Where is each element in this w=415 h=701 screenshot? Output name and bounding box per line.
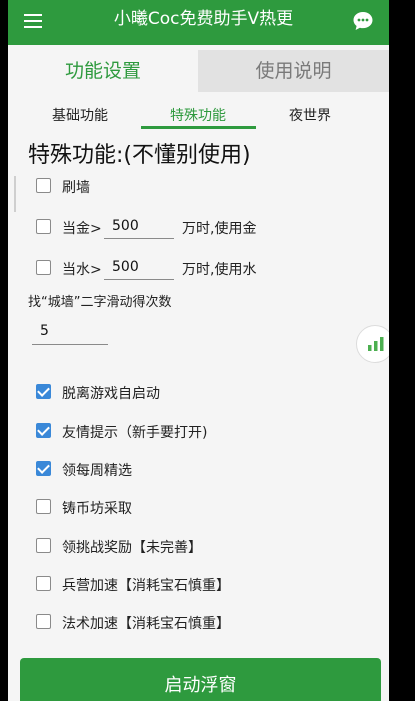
barracks-boost-label: 兵营加速【消耗宝石慎重】: [62, 578, 230, 594]
weekly-picks-checkbox[interactable]: [36, 461, 51, 476]
challenge-rewards-label: 领挑战奖励【未完善】: [62, 540, 202, 556]
spell-boost-checkbox[interactable]: [36, 614, 51, 629]
mint-collect-checkbox[interactable]: [36, 499, 51, 514]
tab-usage-instructions[interactable]: 使用说明: [198, 50, 389, 92]
toggle-barracks-boost: 兵营加速【消耗宝石慎重】: [8, 573, 348, 599]
brush-wall-label: 刷墙: [62, 180, 90, 196]
brush-wall-checkbox[interactable]: [36, 178, 51, 193]
section-title: 特殊功能:(不懂别使用): [28, 143, 251, 168]
auto-restart-checkbox[interactable]: [36, 384, 51, 399]
subtab-basic-functions[interactable]: 基础功能: [52, 105, 108, 125]
auto-restart-label: 脱离游戏自启动: [62, 386, 160, 402]
toggle-spell-boost: 法术加速【消耗宝石慎重】: [8, 611, 348, 637]
subtab-night-world[interactable]: 夜世界: [289, 105, 331, 125]
launch-button-label: 启动浮窗: [164, 675, 237, 696]
mint-collect-label: 铸币坊采取: [62, 501, 132, 517]
option-gold-threshold: 当金> 万时,使用金: [8, 213, 389, 242]
sub-tab-bar: 基础功能 特殊功能 夜世界: [8, 100, 389, 130]
toggle-friendly-tip: 友情提示（新手要打开): [8, 420, 348, 446]
gold-suffix-label: 万时,使用金: [182, 221, 257, 237]
subtab-special-functions[interactable]: 特殊功能: [170, 105, 226, 125]
friendly-tip-checkbox[interactable]: [36, 423, 51, 438]
elixir-prefix-label: 当水>: [62, 262, 102, 278]
toggle-auto-restart: 脱离游戏自启动: [8, 381, 348, 407]
weekly-picks-label: 领每周精选: [62, 463, 132, 479]
signal-bars-icon: [368, 337, 384, 351]
spell-boost-label: 法术加速【消耗宝石慎重】: [62, 616, 230, 632]
app-title: 小曦Coc免费助手V热更: [113, 9, 294, 29]
friendly-tip-label: 友情提示（新手要打开): [62, 425, 208, 441]
swipe-count-input[interactable]: [32, 318, 108, 345]
floating-ball-button[interactable]: [356, 325, 389, 363]
toggle-weekly-picks: 领每周精选: [8, 458, 348, 484]
option-brush-wall: 刷墙: [8, 175, 389, 201]
toggle-mint-collect: 铸币坊采取: [8, 496, 348, 522]
app-bar: 小曦Coc免费助手V热更: [8, 0, 389, 45]
elixir-threshold-input[interactable]: [104, 254, 174, 280]
launch-floating-window-button[interactable]: 启动浮窗: [20, 658, 381, 701]
elixir-threshold-checkbox[interactable]: [36, 260, 51, 275]
app-screen: 小曦Coc免费助手V热更 功能设置 使用说明 基础功能 特殊功能 夜世界 特殊功…: [8, 0, 389, 701]
gold-prefix-label: 当金>: [62, 221, 102, 237]
option-elixir-threshold: 当水> 万时,使用水: [8, 254, 389, 283]
chat-bubble-icon[interactable]: [351, 9, 375, 33]
gold-threshold-checkbox[interactable]: [36, 219, 51, 234]
elixir-suffix-label: 万时,使用水: [182, 262, 257, 278]
swipe-count-label: 找“城墙”二字滑动得次数: [28, 295, 172, 310]
active-subtab-indicator: [141, 126, 256, 129]
challenge-rewards-checkbox[interactable]: [36, 538, 51, 553]
toggle-challenge-rewards: 领挑战奖励【未完善】: [8, 535, 348, 561]
barracks-boost-checkbox[interactable]: [36, 576, 51, 591]
tab-function-settings[interactable]: 功能设置: [8, 50, 198, 92]
main-tab-bar: 功能设置 使用说明: [8, 45, 389, 97]
hamburger-menu-icon[interactable]: [24, 11, 42, 29]
gold-threshold-input[interactable]: [104, 213, 174, 239]
